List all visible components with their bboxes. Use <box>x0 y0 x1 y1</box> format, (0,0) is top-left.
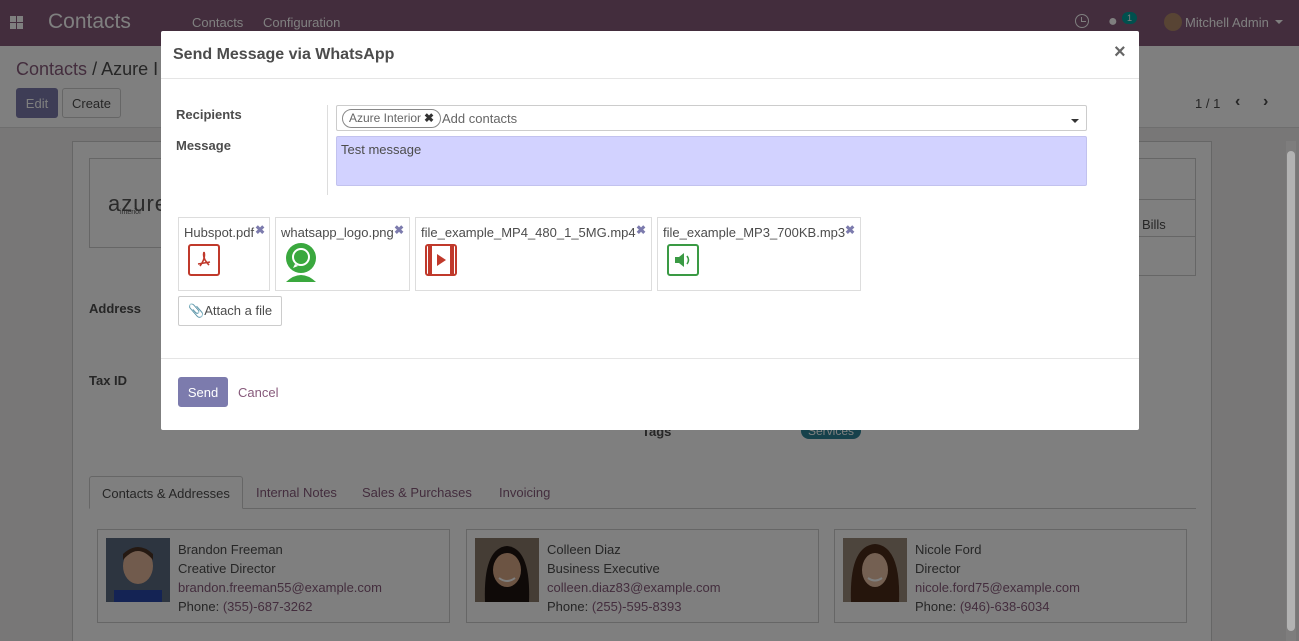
label-separator <box>327 105 328 195</box>
remove-attachment-icon[interactable]: ✖ <box>636 223 646 237</box>
whatsapp-icon <box>286 243 316 282</box>
recipients-label: Recipients <box>176 107 242 122</box>
recipients-field[interactable]: Azure Interior ✖ <box>336 105 1087 131</box>
remove-recipient-icon[interactable]: ✖ <box>424 111 434 125</box>
attachment-name[interactable]: Hubspot.pdf <box>184 225 254 240</box>
pdf-icon <box>188 244 220 276</box>
audio-file-icon <box>667 244 699 276</box>
dialog-header: Send Message via WhatsApp × <box>161 31 1139 79</box>
page-scrollbar[interactable] <box>1286 141 1296 641</box>
scrollbar-thumb[interactable] <box>1287 151 1295 631</box>
attach-file-label: Attach a file <box>204 303 273 318</box>
attachment-item: Hubspot.pdf ✖ <box>178 217 270 291</box>
recipient-chip[interactable]: Azure Interior ✖ <box>342 109 442 128</box>
recipients-dropdown-icon[interactable] <box>1071 119 1079 123</box>
attachment-name[interactable]: whatsapp_logo.png <box>281 225 394 240</box>
attachment-item: file_example_MP4_480_1_5MG.mp4 ✖ <box>415 217 652 291</box>
attachment-name[interactable]: file_example_MP4_480_1_5MG.mp4 <box>421 225 636 240</box>
send-button[interactable]: Send <box>178 377 228 407</box>
message-label: Message <box>176 138 231 153</box>
attach-file-button[interactable]: 📎Attach a file <box>178 296 283 326</box>
paperclip-icon: 📎 <box>188 303 205 318</box>
attachment-item: file_example_MP3_700KB.mp3 ✖ <box>657 217 861 291</box>
attachment-item: whatsapp_logo.png ✖ <box>275 217 410 291</box>
recipients-input[interactable] <box>442 110 1042 127</box>
cancel-button[interactable]: Cancel <box>231 377 285 407</box>
remove-attachment-icon[interactable]: ✖ <box>394 223 404 237</box>
dialog-footer: Send Cancel <box>161 358 1139 430</box>
recipient-chip-label: Azure Interior <box>349 111 422 125</box>
video-file-icon <box>425 244 457 276</box>
dialog-title: Send Message via WhatsApp <box>173 46 395 63</box>
remove-attachment-icon[interactable]: ✖ <box>845 223 855 237</box>
attachment-name[interactable]: file_example_MP3_700KB.mp3 <box>663 225 845 240</box>
message-textarea[interactable]: Test message <box>336 136 1087 186</box>
close-button[interactable]: × <box>1114 41 1126 64</box>
whatsapp-dialog: Send Message via WhatsApp × Recipients M… <box>161 31 1139 430</box>
remove-attachment-icon[interactable]: ✖ <box>255 223 265 237</box>
